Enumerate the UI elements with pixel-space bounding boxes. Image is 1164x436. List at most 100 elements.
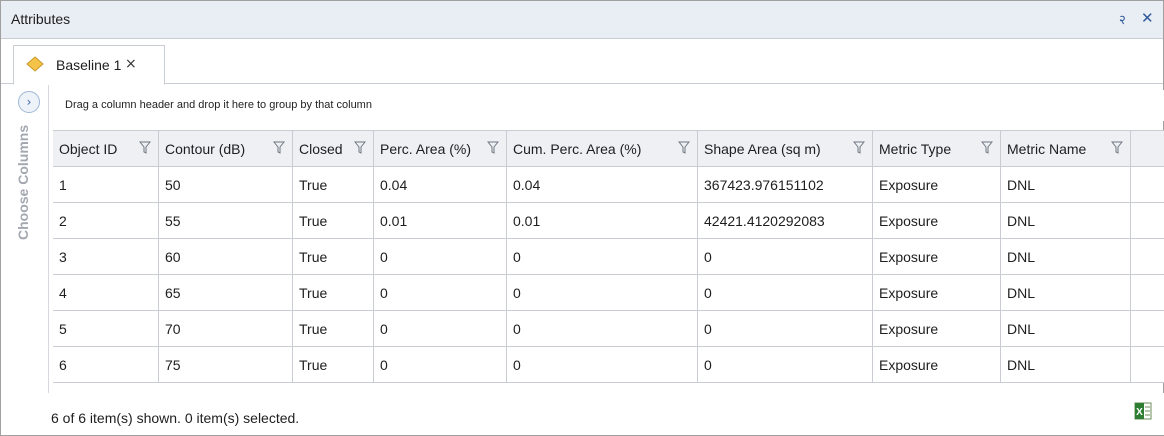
group-by-panel[interactable]: Drag a column header and drop it here to… [53, 90, 1164, 121]
filter-icon[interactable] [487, 141, 499, 155]
table-cell[interactable]: 0 [507, 239, 698, 275]
table-cell[interactable]: Exposure [873, 203, 1001, 239]
column-header[interactable]: Perc. Area (%) [374, 131, 507, 167]
cell-value: Exposure [879, 285, 939, 301]
row-filler [1131, 239, 1164, 275]
cell-value: 3 [59, 249, 67, 265]
cell-value: Exposure [879, 321, 939, 337]
cell-value: 0 [704, 285, 712, 301]
filter-icon[interactable] [139, 141, 151, 155]
cell-value: True [299, 177, 328, 193]
cell-value: 1 [59, 177, 67, 193]
table-cell[interactable]: 70 [159, 311, 293, 347]
pin-icon[interactable]: २ [1119, 10, 1126, 28]
table-cell[interactable]: 3 [53, 239, 159, 275]
table-cell[interactable]: Exposure [873, 167, 1001, 203]
table-cell[interactable]: Exposure [873, 239, 1001, 275]
table-cell[interactable]: DNL [1001, 239, 1131, 275]
table-cell[interactable]: 0 [374, 347, 507, 383]
table-cell[interactable]: 367423.976151102 [698, 167, 873, 203]
cell-value: 70 [165, 321, 181, 337]
filter-icon[interactable] [981, 141, 993, 155]
cell-value: 0 [380, 249, 388, 265]
table-cell[interactable]: Exposure [873, 275, 1001, 311]
table-cell[interactable]: 0 [507, 275, 698, 311]
table-cell[interactable]: 0 [698, 311, 873, 347]
column-header[interactable]: Closed [293, 131, 374, 167]
table-cell[interactable]: 0 [698, 347, 873, 383]
cell-value: 65 [165, 285, 181, 301]
filter-icon[interactable] [354, 141, 366, 155]
table-cell[interactable]: DNL [1001, 167, 1131, 203]
table-cell[interactable]: 55 [159, 203, 293, 239]
table-cell[interactable]: 0 [698, 239, 873, 275]
table-cell[interactable]: DNL [1001, 203, 1131, 239]
table-cell[interactable]: 60 [159, 239, 293, 275]
window-title: Attributes [11, 11, 71, 27]
filter-icon[interactable] [678, 141, 690, 155]
cell-value: DNL [1007, 177, 1036, 193]
table-cell[interactable]: Exposure [873, 311, 1001, 347]
cell-value: 0 [380, 285, 388, 301]
column-header-label: Shape Area (sq m) [704, 141, 821, 157]
table-cell[interactable]: 0 [374, 311, 507, 347]
table-cell[interactable]: True [293, 275, 374, 311]
column-header[interactable]: Object ID [53, 131, 159, 167]
column-header[interactable]: Contour (dB) [159, 131, 293, 167]
cell-value: DNL [1007, 357, 1036, 373]
table-cell[interactable]: 75 [159, 347, 293, 383]
close-icon[interactable]: ✕ [1141, 9, 1154, 27]
table-cell[interactable]: Exposure [873, 347, 1001, 383]
table-cell[interactable]: 5 [53, 311, 159, 347]
filter-icon[interactable] [853, 141, 865, 155]
table-cell[interactable]: DNL [1001, 311, 1131, 347]
filter-icon[interactable] [273, 141, 285, 155]
column-header-filler [1131, 131, 1164, 167]
cell-value: 75 [165, 357, 181, 373]
table-cell[interactable]: 0 [507, 311, 698, 347]
tab-label: Baseline 1 [56, 57, 122, 73]
table-cell[interactable]: 0 [374, 239, 507, 275]
expand-chevron-icon[interactable]: › [18, 91, 40, 113]
cell-value: True [299, 213, 328, 229]
column-header[interactable]: Cum. Perc. Area (%) [507, 131, 698, 167]
choose-columns-panel: › Choose Columns [11, 85, 49, 393]
table-cell[interactable]: 0.04 [507, 167, 698, 203]
table-cell[interactable]: 0 [374, 275, 507, 311]
column-header[interactable]: Shape Area (sq m) [698, 131, 873, 167]
table-cell[interactable]: 0 [698, 275, 873, 311]
tab-close-icon[interactable]: × [125, 56, 137, 72]
table-cell[interactable]: True [293, 311, 374, 347]
table-cell[interactable]: 2 [53, 203, 159, 239]
table-cell[interactable]: 0.01 [507, 203, 698, 239]
table-cell[interactable]: 65 [159, 275, 293, 311]
cell-value: Exposure [879, 177, 939, 193]
table-cell[interactable]: 6 [53, 347, 159, 383]
excel-export-icon[interactable]: X [1134, 402, 1152, 420]
cell-value: 0 [380, 321, 388, 337]
status-bar: 6 of 6 item(s) shown. 0 item(s) selected… [41, 393, 1164, 435]
table-cell[interactable]: 50 [159, 167, 293, 203]
choose-columns-label[interactable]: Choose Columns [15, 125, 45, 345]
table-cell[interactable]: True [293, 239, 374, 275]
table-cell[interactable]: 0 [507, 347, 698, 383]
row-filler [1131, 347, 1164, 383]
cell-value: Exposure [879, 249, 939, 265]
cell-value: 42421.4120292083 [704, 213, 825, 229]
cell-value: 6 [59, 357, 67, 373]
table-cell[interactable]: DNL [1001, 275, 1131, 311]
table-cell[interactable]: 42421.4120292083 [698, 203, 873, 239]
cell-value: 0 [513, 357, 521, 373]
column-header[interactable]: Metric Name [1001, 131, 1131, 167]
tab-baseline-1[interactable]: Baseline 1 × [13, 45, 165, 85]
table-cell[interactable]: 0.01 [374, 203, 507, 239]
table-cell[interactable]: 4 [53, 275, 159, 311]
table-cell[interactable]: True [293, 167, 374, 203]
filter-icon[interactable] [1111, 141, 1123, 155]
table-cell[interactable]: True [293, 203, 374, 239]
table-cell[interactable]: 1 [53, 167, 159, 203]
column-header[interactable]: Metric Type [873, 131, 1001, 167]
table-cell[interactable]: True [293, 347, 374, 383]
table-cell[interactable]: 0.04 [374, 167, 507, 203]
table-cell[interactable]: DNL [1001, 347, 1131, 383]
